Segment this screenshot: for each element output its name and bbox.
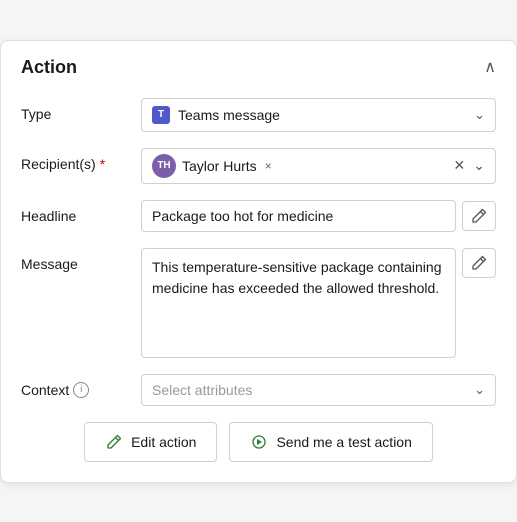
card-title: Action — [21, 57, 77, 78]
message-label: Message — [21, 248, 141, 272]
clear-recipients-button[interactable]: ✕ — [454, 157, 466, 174]
action-card: Action ∧ Type T Teams message ⌄ Recipien… — [0, 40, 517, 483]
type-dropdown[interactable]: T Teams message ⌄ — [141, 98, 496, 132]
context-chevron-icon: ⌄ — [474, 382, 485, 398]
required-indicator: * — [100, 156, 105, 172]
recipient-actions: ✕ ⌄ — [454, 157, 485, 174]
footer-buttons: Edit action Send me a test action — [21, 422, 496, 462]
message-edit-button[interactable] — [462, 248, 496, 278]
context-label: Context i — [21, 374, 141, 398]
card-header: Action ∧ — [21, 57, 496, 78]
message-control — [141, 248, 496, 358]
test-action-button[interactable]: Send me a test action — [229, 422, 432, 462]
recipients-label: Recipient(s) * — [21, 148, 141, 172]
context-info-icon[interactable]: i — [73, 382, 89, 398]
headline-input-row — [141, 200, 496, 232]
avatar: TH — [152, 154, 176, 178]
context-dropdown[interactable]: Select attributes ⌄ — [141, 374, 496, 406]
send-icon — [250, 433, 268, 451]
headline-label: Headline — [21, 200, 141, 224]
recipient-left: TH Taylor Hurts × — [152, 154, 272, 178]
recipient-name: Taylor Hurts — [182, 158, 257, 174]
dropdown-left: T Teams message — [152, 106, 280, 124]
pencil-icon — [471, 208, 487, 224]
message-textarea[interactable] — [141, 248, 456, 358]
headline-edit-button[interactable] — [462, 201, 496, 231]
context-placeholder: Select attributes — [152, 382, 252, 398]
type-value: Teams message — [178, 107, 280, 123]
message-row: Message — [21, 248, 496, 358]
teams-icon: T — [152, 106, 170, 124]
test-action-label: Send me a test action — [276, 434, 411, 450]
headline-control — [141, 200, 496, 232]
edit-action-label: Edit action — [131, 434, 196, 450]
recipients-row: Recipient(s) * TH Taylor Hurts × ✕ ⌄ — [21, 148, 496, 184]
type-label: Type — [21, 98, 141, 122]
type-chevron-icon: ⌄ — [474, 107, 485, 123]
headline-row: Headline — [21, 200, 496, 232]
recipient-box[interactable]: TH Taylor Hurts × ✕ ⌄ — [141, 148, 496, 184]
expand-recipients-button[interactable]: ⌄ — [473, 157, 485, 174]
type-control: T Teams message ⌄ — [141, 98, 496, 132]
message-wrapper — [141, 248, 496, 358]
context-row: Context i Select attributes ⌄ — [21, 374, 496, 406]
context-control: Select attributes ⌄ — [141, 374, 496, 406]
collapse-icon[interactable]: ∧ — [484, 57, 496, 77]
remove-recipient-icon[interactable]: × — [265, 159, 272, 173]
type-row: Type T Teams message ⌄ — [21, 98, 496, 132]
pencil-icon — [471, 255, 487, 271]
headline-input[interactable] — [141, 200, 456, 232]
recipients-control: TH Taylor Hurts × ✕ ⌄ — [141, 148, 496, 184]
edit-action-button[interactable]: Edit action — [84, 422, 217, 462]
edit-action-icon — [105, 433, 123, 451]
